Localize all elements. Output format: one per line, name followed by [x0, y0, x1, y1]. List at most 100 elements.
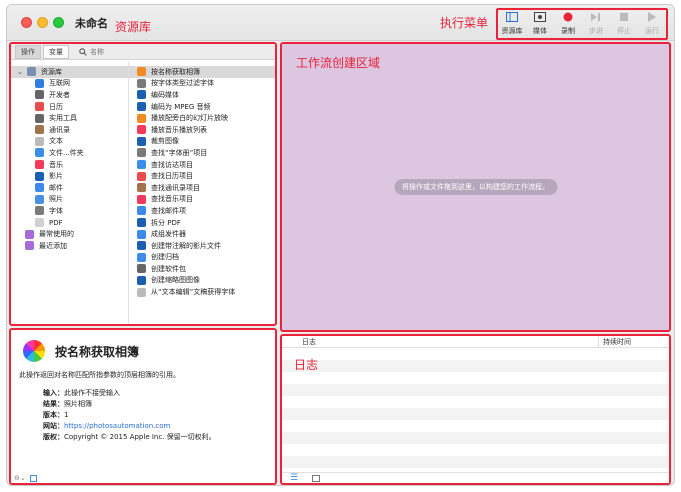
- action-item[interactable]: 编码媒体: [129, 89, 275, 101]
- execution-toolbar: 资源库 媒体 录制 步进 停止 运行: [496, 8, 668, 40]
- website-link[interactable]: https://photosautomation.com: [64, 422, 170, 430]
- category-icon: [35, 90, 44, 100]
- toolbar-button-record[interactable]: 录制: [554, 10, 582, 38]
- category-item[interactable]: 影片: [11, 170, 128, 182]
- action-item[interactable]: 从“文本编辑”文稿获得字体: [129, 286, 275, 298]
- log-header: 日志 持续时间: [282, 336, 669, 348]
- workflow-hint: 将操作或文件拖到这里，以构建您的工作流程。: [394, 179, 557, 195]
- zoom-window-button[interactable]: [53, 17, 64, 28]
- action-item[interactable]: 创建带注解的影片文件: [129, 240, 275, 252]
- action-item[interactable]: 按字体类型过滤字体: [129, 78, 275, 90]
- action-icon: [137, 218, 146, 228]
- smart-folder-icon: [25, 241, 34, 251]
- category-list: ⌄ 资源库 互联网 开发者 日历 实用工具 通讯录 文本 文件...件夹 音乐 影片 邮件 照片 字体…: [11, 62, 129, 324]
- category-item[interactable]: 互联网: [11, 78, 128, 90]
- action-label: 播放配旁白的幻灯片放映: [151, 114, 228, 123]
- smart-group-item[interactable]: 最近添加: [11, 240, 128, 252]
- category-icon: [35, 183, 44, 193]
- action-item[interactable]: 播放配旁白的幻灯片放映: [129, 112, 275, 124]
- category-item[interactable]: 邮件: [11, 182, 128, 194]
- category-item[interactable]: 日历: [11, 101, 128, 113]
- action-item[interactable]: 查找通讯录项目: [129, 182, 275, 194]
- action-icon: [137, 206, 146, 216]
- action-label: 查找音乐项目: [151, 195, 193, 204]
- split-view-icon[interactable]: [312, 474, 321, 482]
- category-item[interactable]: 实用工具: [11, 112, 128, 124]
- log-row: [282, 456, 669, 468]
- field-value: 此操作不接受输入: [64, 389, 120, 397]
- category-item[interactable]: 音乐: [11, 159, 128, 171]
- log-row: [282, 408, 669, 420]
- action-label: 编码为 MPEG 音频: [151, 102, 211, 111]
- action-label: 拆分 PDF: [151, 218, 181, 227]
- action-label: 查找邮件项: [151, 206, 186, 215]
- action-icon: [137, 229, 146, 239]
- action-item[interactable]: 创建归档: [129, 252, 275, 264]
- action-item[interactable]: 查找邮件项: [129, 205, 275, 217]
- category-icon: [35, 218, 44, 228]
- field-value: 照片相簿: [64, 400, 92, 408]
- category-item[interactable]: 照片: [11, 194, 128, 206]
- segment-actions[interactable]: 操作: [15, 44, 41, 59]
- action-item[interactable]: 拆分 PDF: [129, 217, 275, 229]
- action-icon: [137, 102, 146, 112]
- action-item[interactable]: 查找“字体册”项目: [129, 147, 275, 159]
- title-bar: 未命名 资源库 执行菜单 资源库 媒体 录制 步进 停止 运行: [7, 5, 674, 41]
- category-item[interactable]: PDF: [11, 217, 128, 229]
- field-value: Copyright © 2015 Apple Inc. 保留一切权利。: [64, 433, 216, 441]
- action-item[interactable]: 裁剪图像: [129, 136, 275, 148]
- category-label: 日历: [49, 102, 63, 111]
- log-annotation: 日志: [294, 358, 319, 372]
- category-item[interactable]: 字体: [11, 205, 128, 217]
- action-item[interactable]: 播放音乐播放列表: [129, 124, 275, 136]
- list-view-icon[interactable]: ☰: [290, 473, 298, 483]
- description-title: 按名称获取相簿: [55, 344, 140, 359]
- action-icon: [137, 171, 146, 181]
- smart-group-item[interactable]: 最常使用的: [11, 228, 128, 240]
- action-label: 查找通讯录项目: [151, 183, 200, 192]
- action-item[interactable]: 查找日历项目: [129, 170, 275, 182]
- workflow-area[interactable]: 工作流创建区域 将操作或文件拖到这里，以构建您的工作流程。: [280, 42, 671, 332]
- action-item[interactable]: 按名称获取相簿: [129, 66, 275, 78]
- library-search[interactable]: [79, 46, 169, 58]
- library-toolbar: 操作 变量: [11, 44, 275, 60]
- toolbar-button-label: 运行: [645, 27, 659, 35]
- action-item[interactable]: 创建缩略图图像: [129, 275, 275, 287]
- category-item[interactable]: 通讯录: [11, 124, 128, 136]
- toolbar-button-media[interactable]: 媒体: [526, 10, 554, 38]
- action-item[interactable]: 创建软件包: [129, 263, 275, 275]
- options-menu-icon[interactable]: ⊖⌄: [14, 474, 26, 482]
- library-root-item[interactable]: ⌄ 资源库: [11, 66, 128, 78]
- toolbar-button-stop[interactable]: 停止: [610, 10, 638, 38]
- category-item[interactable]: 文件...件夹: [11, 147, 128, 159]
- log-column-header[interactable]: 日志: [282, 336, 599, 347]
- category-item[interactable]: 开发者: [11, 89, 128, 101]
- action-item[interactable]: 编码为 MPEG 音频: [129, 101, 275, 113]
- description-field: 结果：照片相簿: [43, 399, 275, 410]
- toolbar-button-step[interactable]: 步进: [582, 10, 610, 38]
- field-value: 1: [64, 411, 69, 419]
- minimize-window-button[interactable]: [37, 17, 48, 28]
- close-window-button[interactable]: [21, 17, 32, 28]
- stop-icon: [617, 10, 631, 24]
- action-item[interactable]: 成组发件器: [129, 228, 275, 240]
- toolbar-button-label: 步进: [589, 27, 603, 35]
- toolbar-button-sidebar[interactable]: 资源库: [498, 10, 526, 38]
- log-row: [282, 372, 669, 384]
- log-panel: 日志 持续时间 日志 ☰: [280, 334, 671, 485]
- search-input[interactable]: [90, 47, 160, 56]
- info-view-icon[interactable]: [29, 474, 37, 482]
- action-item[interactable]: 查找音乐项目: [129, 194, 275, 206]
- segment-variables[interactable]: 变量: [43, 44, 69, 59]
- toolbar-button-play[interactable]: 运行: [638, 10, 666, 38]
- smart-group-label: 最近添加: [39, 241, 67, 250]
- action-icon: [137, 125, 146, 135]
- duration-column-header[interactable]: 持续时间: [599, 336, 669, 347]
- smart-group-label: 最常使用的: [39, 230, 74, 239]
- category-label: 照片: [49, 195, 63, 204]
- chevron-down-icon[interactable]: ⌄: [17, 68, 25, 76]
- action-item[interactable]: 查找访达项目: [129, 159, 275, 171]
- toolbar-button-label: 媒体: [533, 27, 547, 35]
- log-row: [282, 420, 669, 432]
- category-item[interactable]: 文本: [11, 136, 128, 148]
